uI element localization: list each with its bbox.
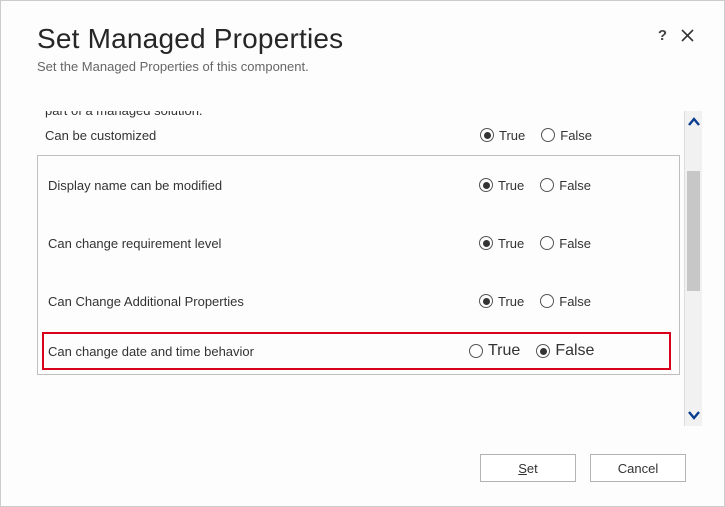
- scroll-up-icon[interactable]: [685, 111, 702, 133]
- property-row-datetime-highlighted: Can change date and time behavior True F…: [42, 332, 671, 370]
- dialog-footer: Set Cancel: [480, 454, 686, 482]
- radio-false[interactable]: False: [540, 294, 591, 309]
- close-icon[interactable]: [681, 29, 694, 42]
- scrollbar[interactable]: [684, 111, 702, 426]
- radio-true[interactable]: True: [479, 294, 524, 309]
- property-row-additional-properties: Can Change Additional Properties True Fa…: [38, 272, 679, 330]
- radio-false[interactable]: False: [540, 236, 591, 251]
- scroll-down-icon[interactable]: [685, 404, 702, 426]
- set-button[interactable]: Set: [480, 454, 576, 482]
- property-row-display-name: Display name can be modified True False: [38, 156, 679, 214]
- radio-false[interactable]: False: [541, 128, 592, 143]
- truncated-description: part of a managed solution.: [37, 111, 680, 121]
- help-icon[interactable]: ?: [658, 27, 667, 44]
- property-label: Can change requirement level: [48, 236, 479, 251]
- dialog-title: Set Managed Properties: [37, 23, 688, 55]
- dialog-subtitle: Set the Managed Properties of this compo…: [37, 59, 688, 74]
- radio-true[interactable]: True: [479, 178, 524, 193]
- property-label: Can change date and time behavior: [48, 344, 469, 359]
- radio-true[interactable]: True: [480, 128, 525, 143]
- radio-false[interactable]: False: [540, 178, 591, 193]
- dialog-header: Set Managed Properties Set the Managed P…: [1, 1, 724, 84]
- sub-properties-box: Display name can be modified True False …: [37, 155, 680, 375]
- managed-properties-dialog: Set Managed Properties Set the Managed P…: [1, 1, 724, 506]
- radio-false[interactable]: False: [536, 342, 594, 360]
- radio-true[interactable]: True: [479, 236, 524, 251]
- cancel-button[interactable]: Cancel: [590, 454, 686, 482]
- property-label: Can be customized: [45, 128, 480, 143]
- radio-true[interactable]: True: [469, 342, 520, 360]
- scroll-thumb[interactable]: [687, 171, 700, 291]
- property-row-requirement-level: Can change requirement level True False: [38, 214, 679, 272]
- property-row-can-customize: Can be customized True False: [37, 121, 680, 153]
- property-label: Display name can be modified: [48, 178, 479, 193]
- property-label: Can Change Additional Properties: [48, 294, 479, 309]
- content-area: part of a managed solution. Can be custo…: [37, 111, 680, 426]
